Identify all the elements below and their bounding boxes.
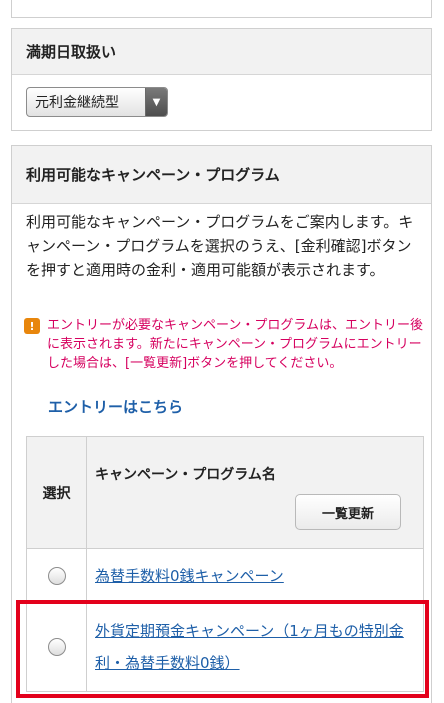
- name-cell: 外貨定期預金キャンペーン（1ヶ月もの特別金利・為替手数料0銭）: [87, 603, 423, 691]
- campaign-program-title: 利用可能なキャンペーン・プログラム: [12, 146, 431, 204]
- campaign-link-2[interactable]: 外貨定期預金キャンペーン（1ヶ月もの特別金利・為替手数料0銭）: [95, 622, 404, 672]
- header-select: 選択: [27, 437, 87, 548]
- campaign-radio-2[interactable]: [47, 638, 66, 656]
- name-cell: 為替手数料0銭キャンペーン: [87, 549, 423, 602]
- previous-section-panel: [11, 0, 432, 18]
- exclamation-icon: !: [24, 318, 40, 334]
- maturity-handling-title: 満期日取扱い: [12, 29, 431, 75]
- select-cell: [27, 603, 87, 691]
- header-program-name: キャンペーン・プログラム名: [95, 467, 276, 483]
- triangle-down-icon: ▼: [145, 88, 167, 116]
- table-row: 為替手数料0銭キャンペーン: [27, 549, 423, 603]
- table-row: 外貨定期預金キャンペーン（1ヶ月もの特別金利・為替手数料0銭）: [27, 603, 423, 691]
- campaign-radio-1[interactable]: [47, 566, 66, 585]
- entry-link[interactable]: エントリーはこちら: [48, 396, 183, 417]
- campaign-table: 選択 キャンペーン・プログラム名 一覧更新 為替手数料0銭キャンペーン 外貨定期…: [26, 436, 424, 692]
- header-name-cell: キャンペーン・プログラム名 一覧更新: [87, 437, 423, 548]
- maturity-handling-panel: 満期日取扱い 元利金継続型 ▼: [11, 28, 432, 131]
- select-cell: [27, 549, 87, 602]
- entry-notice-text: エントリーが必要なキャンペーン・プログラムは、エントリー後に表示されます。新たに…: [47, 318, 423, 371]
- campaign-program-panel: 利用可能なキャンペーン・プログラム 利用可能なキャンペーン・プログラムをご案内し…: [11, 145, 432, 703]
- table-header-row: 選択 キャンペーン・プログラム名 一覧更新: [27, 437, 423, 549]
- maturity-handling-select-value: 元利金継続型: [35, 95, 119, 111]
- campaign-link-1[interactable]: 為替手数料0銭キャンペーン: [95, 560, 284, 592]
- campaign-intro-text: 利用可能なキャンペーン・プログラムをご案内します。キャンペーン・プログラムを選択…: [26, 213, 414, 279]
- refresh-list-button[interactable]: 一覧更新: [295, 494, 401, 530]
- maturity-handling-select[interactable]: 元利金継続型 ▼: [26, 87, 168, 117]
- entry-notice: ! エントリーが必要なキャンペーン・プログラムは、エントリー後に表示されます。新…: [24, 316, 424, 373]
